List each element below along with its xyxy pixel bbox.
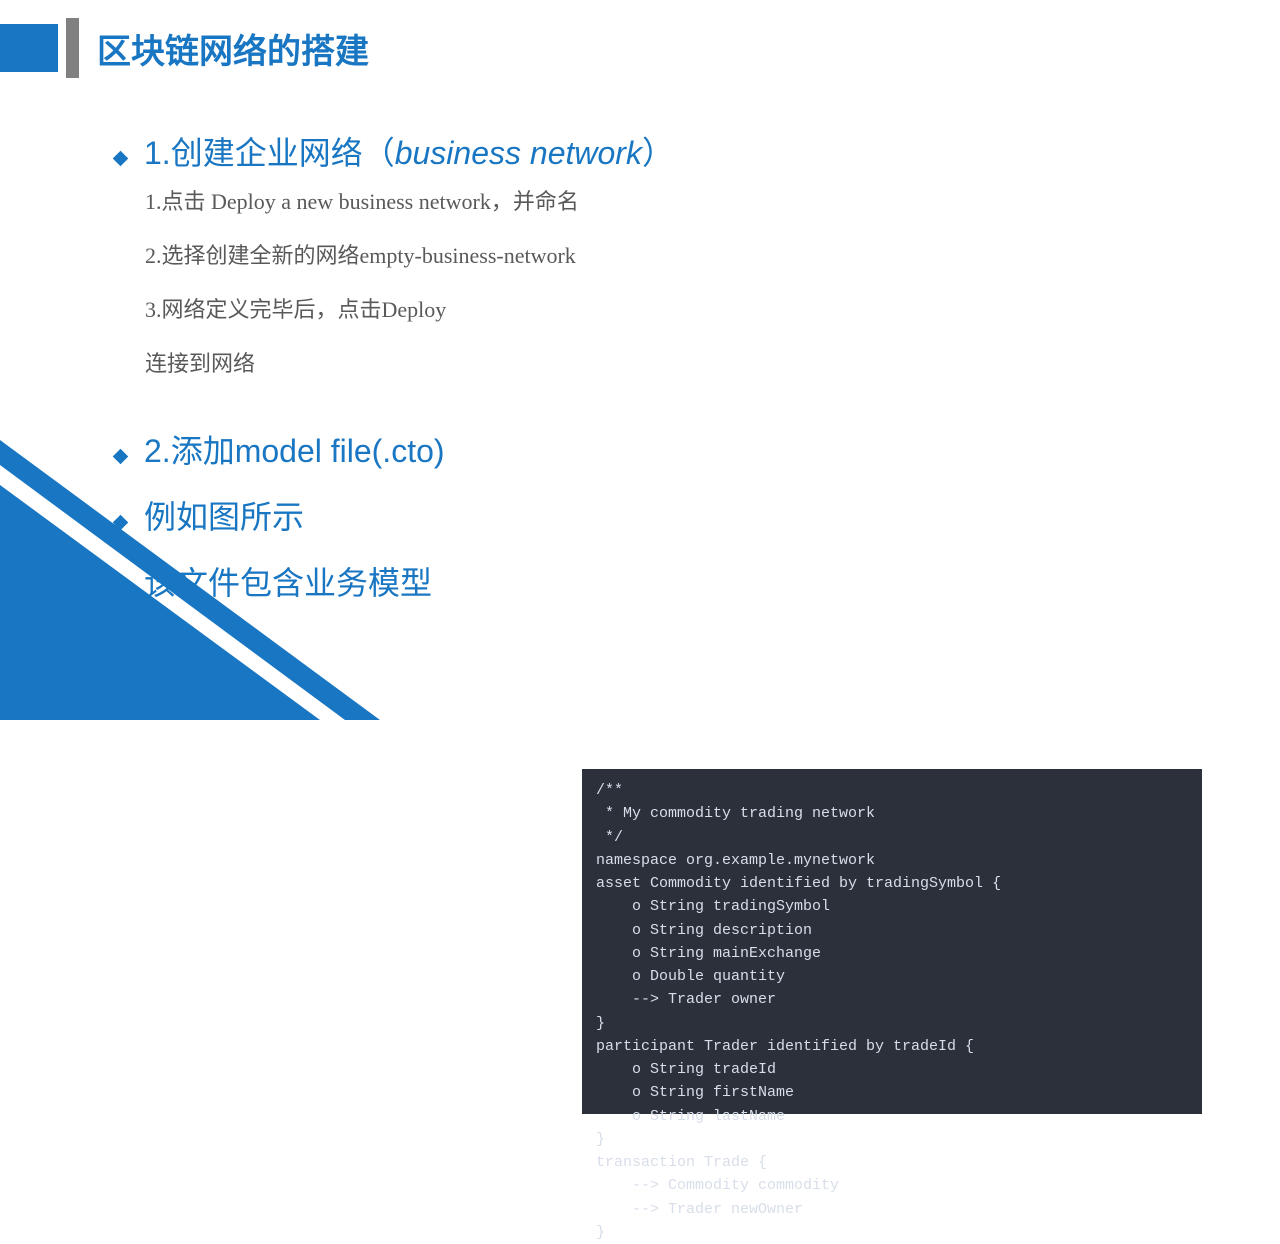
decor-gray-bar [66, 18, 79, 78]
diamond-bullet-icon [113, 515, 129, 531]
bullet-item-2: 2.添加model file(.cto) [115, 426, 1195, 472]
bullet-1-text: 1.创建企业网络（business network） [144, 128, 674, 174]
slide-header: 区块链网络的搭建 [0, 18, 369, 78]
slide-title: 区块链网络的搭建 [97, 24, 369, 73]
sub-list: 1.点击 Deploy a new business network，并命名 2… [145, 180, 1195, 386]
decor-blue-block [0, 24, 58, 72]
sub-item-3: 3.网络定义完毕后，点击Deploy [145, 288, 1195, 332]
bullet-item-3: 例如图所示 [115, 492, 1195, 538]
bullet-1-prefix: 1.创建企业网络（ [144, 135, 395, 171]
bullet-2-text: 2.添加model file(.cto) [144, 426, 445, 472]
diamond-bullet-icon [113, 151, 129, 167]
bullet-3-text: 例如图所示 [144, 492, 304, 538]
bullet-item-1: 1.创建企业网络（business network） [115, 128, 1195, 174]
bullet-item-4: 该文件包含业务模型 [115, 558, 1195, 604]
content-area: 1.创建企业网络（business network） 1.点击 Deploy a… [115, 128, 1195, 604]
sub-item-4: 连接到网络 [145, 342, 1195, 386]
bullet-4-text: 该文件包含业务模型 [144, 558, 432, 604]
bullet-1-suffix: ） [642, 135, 674, 171]
sub-item-1: 1.点击 Deploy a new business network，并命名 [145, 180, 1195, 224]
diamond-bullet-icon [113, 449, 129, 465]
code-sample: /** * My commodity trading network */ na… [582, 769, 1202, 1114]
diamond-bullet-icon [113, 581, 129, 597]
sub-item-2: 2.选择创建全新的网络empty-business-network [145, 234, 1195, 278]
bullet-1-italic: business network [395, 135, 642, 171]
